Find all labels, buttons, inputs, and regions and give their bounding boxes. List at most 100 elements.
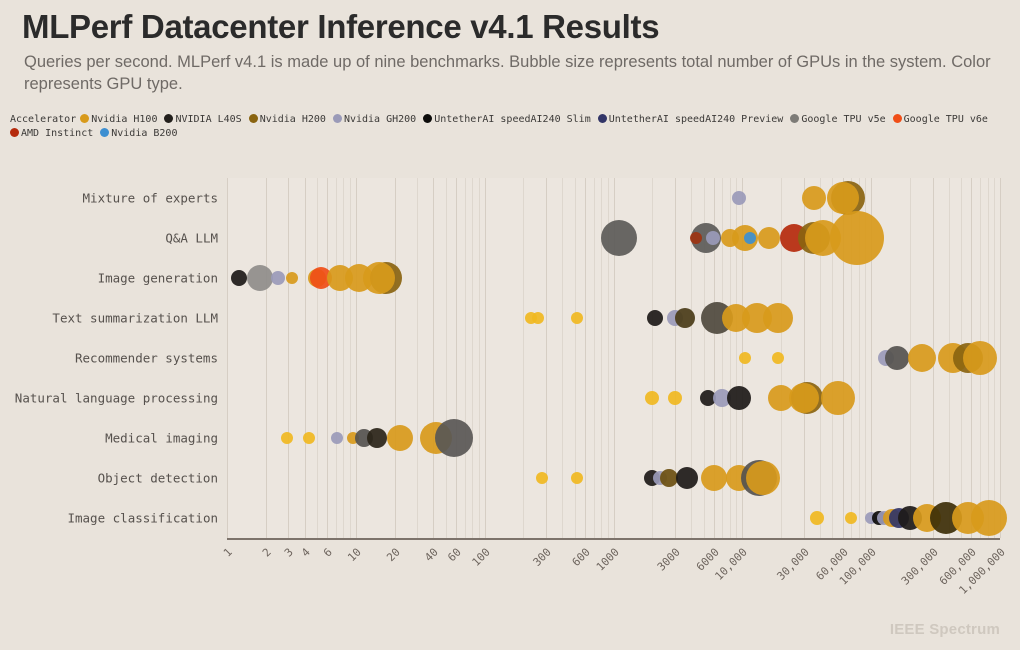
data-bubble[interactable] [757, 227, 780, 249]
data-bubble[interactable] [532, 312, 545, 324]
data-bubble[interactable] [246, 265, 273, 291]
data-bubble[interactable] [231, 270, 248, 286]
legend-item[interactable]: AMD Instinct [10, 127, 93, 141]
x-axis-tick-text: 3000 [654, 545, 683, 574]
legend-swatch-icon [790, 114, 800, 123]
grid-line [562, 178, 564, 538]
grid-line [355, 178, 357, 538]
data-bubble[interactable] [667, 391, 682, 405]
x-axis-tick-text: 1 [220, 545, 235, 560]
x-axis-ticks: 1 2 3 4 6 10 20 40 60 100 300 600 1000 3000 6000 10,000… [0, 538, 1020, 608]
legend-swatch-icon [892, 114, 902, 123]
legend-item[interactable]: Nvidia B200 [100, 127, 177, 141]
legend-item[interactable]: Google TPU v6e [892, 113, 988, 127]
data-bubble[interactable] [705, 231, 720, 245]
grid-line [349, 178, 351, 538]
data-bubble[interactable] [727, 386, 752, 410]
x-axis-tick-text: 600 [569, 545, 593, 569]
legend-swatch-icon [423, 114, 433, 123]
grid-line [433, 178, 435, 538]
legend-item[interactable]: Nvidia GH200 [332, 113, 417, 127]
grid-line [288, 178, 290, 538]
y-axis-label: Object detection [97, 470, 218, 486]
data-bubble[interactable] [536, 472, 549, 484]
grid-line [523, 178, 525, 538]
legend-swatch-icon [100, 128, 110, 137]
legend-item[interactable]: UntetherAI speedAI240 Slim [423, 113, 591, 127]
grid-line [317, 178, 319, 538]
grid-line [304, 178, 306, 538]
plot-area [227, 178, 1007, 538]
data-bubble[interactable] [386, 425, 413, 451]
x-axis-tick-label: 10 [345, 538, 375, 565]
data-bubble[interactable] [570, 472, 583, 484]
y-axis-label: Medical imaging [105, 430, 218, 446]
data-bubble[interactable] [435, 419, 474, 457]
legend-item-label: Google TPU v5e [801, 114, 886, 125]
data-bubble[interactable] [600, 220, 637, 256]
data-bubble[interactable] [746, 461, 781, 495]
data-bubble[interactable] [845, 512, 858, 524]
data-bubble[interactable] [826, 182, 859, 214]
data-bubble[interactable] [647, 310, 663, 326]
legend-item[interactable]: Nvidia H200 [248, 113, 326, 127]
y-axis-label: Mixture of experts [82, 190, 218, 206]
data-bubble[interactable] [963, 341, 998, 375]
legend-item-label: Nvidia H100 [91, 114, 158, 125]
data-bubble[interactable] [908, 344, 937, 372]
data-bubble[interactable] [570, 312, 583, 324]
legend-item[interactable]: Google TPU v5e [790, 113, 886, 127]
data-bubble[interactable] [286, 272, 299, 284]
data-bubble[interactable] [820, 381, 855, 415]
grid-line [484, 178, 486, 538]
data-bubble[interactable] [810, 511, 825, 525]
brand-footer: IEEE Spectrum [889, 621, 1000, 638]
legend-item-label: Nvidia GH200 [343, 114, 417, 125]
grid-line [265, 178, 267, 538]
data-bubble[interactable] [744, 232, 757, 244]
x-axis-tick-label: 4 [298, 542, 319, 560]
data-bubble[interactable] [280, 432, 293, 444]
grid-line [478, 178, 480, 538]
data-bubble[interactable] [645, 391, 660, 405]
chart-legend: Accelerator Nvidia H100 NVIDIA L40S Nvidia … [10, 113, 1015, 141]
x-axis-tick-text: 30,000 [774, 545, 812, 583]
data-bubble[interactable] [675, 308, 696, 328]
grid-line [227, 178, 228, 538]
legend-swatch-icon [248, 114, 258, 123]
data-bubble[interactable] [739, 352, 752, 364]
data-bubble[interactable] [366, 428, 387, 448]
data-bubble[interactable] [830, 211, 885, 265]
data-bubble[interactable] [802, 186, 826, 210]
data-bubble[interactable] [700, 465, 727, 491]
legend-item-label: UntetherAI speedAI240 Preview [608, 114, 784, 125]
data-bubble[interactable] [788, 383, 819, 413]
data-bubble[interactable] [331, 432, 344, 444]
legend-item[interactable]: Nvidia H100 [80, 113, 157, 127]
legend-swatch-icon [332, 114, 342, 123]
page-title: MLPerf Datacenter Inference v4.1 Results [22, 8, 660, 45]
data-bubble[interactable] [302, 432, 315, 444]
x-axis-tick-text: 4 [298, 545, 313, 560]
data-bubble[interactable] [772, 352, 785, 364]
data-bubble[interactable] [885, 346, 910, 370]
data-bubble[interactable] [362, 262, 395, 294]
legend-item[interactable]: NVIDIA L40S [164, 113, 242, 127]
data-bubble[interactable] [675, 467, 698, 489]
legend-item-label: NVIDIA L40S [175, 114, 242, 125]
data-bubble[interactable] [763, 303, 794, 333]
legend-item-label: Nvidia H200 [259, 114, 326, 125]
legend-swatch-icon [597, 114, 607, 123]
y-axis-label: Image classification [67, 510, 218, 526]
x-axis-tick-label: 20 [384, 538, 414, 565]
x-axis-tick-text: 300 [530, 545, 554, 569]
x-axis-tick-text: 6 [321, 545, 336, 560]
data-bubble[interactable] [690, 232, 703, 244]
legend-item-label: Google TPU v6e [903, 114, 988, 125]
legend-item[interactable]: UntetherAI speedAI240 Preview [597, 113, 784, 127]
legend-item-label: Nvidia B200 [111, 128, 178, 139]
data-bubble[interactable] [732, 191, 747, 205]
x-axis-tick-text: 100 [469, 545, 493, 569]
data-bubble[interactable] [271, 271, 286, 285]
grid-line [464, 178, 466, 538]
